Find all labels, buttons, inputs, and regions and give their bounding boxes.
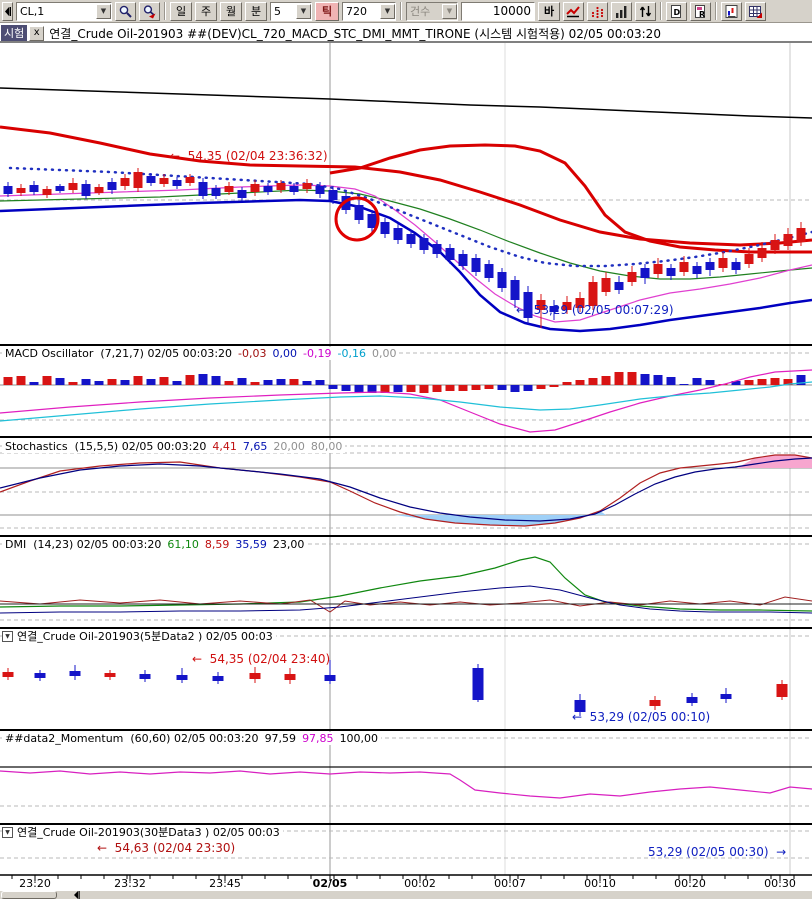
x-axis-label: 23:20 [7, 877, 63, 890]
pane-header-text: 100,00 [337, 732, 382, 745]
x-axis-label: 00:10 [572, 877, 628, 890]
x-axis-label: 02/05 [302, 877, 358, 890]
pane-header-text: 20,00 [270, 440, 308, 453]
pane-header-text: DMI (14,23) 02/05 00:03:20 [2, 538, 164, 551]
pane-header-text: Stochastics (15,5,5) 02/05 00:03:20 [2, 440, 209, 453]
pane-header-text: 연결_Crude Oil-201903(5분Data2 ) 02/05 00:0… [14, 630, 276, 643]
stochastics-pane-header: Stochastics (15,5,5) 02/05 00:03:204,417… [2, 440, 345, 453]
price-annotation: ← 54,35 (02/04 23:40) [192, 652, 330, 666]
pane-header-text: -0,16 [334, 347, 368, 360]
x-axis-label: 00:20 [662, 877, 718, 890]
price-annotation: 53,29 (02/05 00:30) → [648, 845, 786, 859]
horizontal-scrollbar[interactable] [0, 890, 812, 899]
pane-header-text: -0,03 [235, 347, 269, 360]
pane-header-text: 97,85 [299, 732, 337, 745]
x-axis-label: 00:02 [392, 877, 448, 890]
pane-header-text: 0,00 [270, 347, 301, 360]
pane-header-text: 61,10 [164, 538, 202, 551]
data3-pane-header: ▼연결_Crude Oil-201903(30분Data3 ) 02/05 00… [2, 826, 283, 839]
pane-header-text: MACD Oscillator (7,21,7) 02/05 00:03:20 [2, 347, 235, 360]
scrollbar-thumb[interactable] [1, 891, 57, 899]
pane-header-text: 연결_Crude Oil-201903(30분Data3 ) 02/05 00:… [14, 826, 283, 839]
data2-pane-header: ▼연결_Crude Oil-201903(5분Data2 ) 02/05 00:… [2, 630, 276, 643]
x-axis-label: 00:30 [752, 877, 808, 890]
price-annotation: ← 54,35 (02/04 23:36:32) [170, 149, 328, 163]
scrollbar-left-button[interactable] [66, 891, 86, 899]
x-axis-label: 00:07 [482, 877, 538, 890]
price-annotation: ← 53,29 (02/05 00:07:29) [516, 303, 674, 317]
price-annotation: ← 53,29 (02/05 00:10) [572, 710, 710, 724]
momentum-pane-header: ##data2_Momentum (60,60) 02/05 00:03:209… [2, 732, 381, 745]
chart-application-window: CL,1 ▼ 일 주 월 분 5 ▼ 틱 720 ▼ 건수 ▼ 바 [0, 0, 812, 899]
pane-header-text: 80,00 [308, 440, 346, 453]
pane-header-text: 97,59 [262, 732, 300, 745]
pane-header-text: 8,59 [202, 538, 233, 551]
pane-header-text: -0,19 [300, 347, 334, 360]
pane-header-text: ##data2_Momentum (60,60) 02/05 00:03:20 [2, 732, 262, 745]
pane-header-text: 7,65 [240, 440, 271, 453]
x-axis-label: 23:45 [197, 877, 253, 890]
pane-header-text: 35,59 [232, 538, 270, 551]
pane-header-text: 0,00 [369, 347, 400, 360]
x-axis-label: 23:32 [102, 877, 158, 890]
dmi-pane-header: DMI (14,23) 02/05 00:03:2061,108,5935,59… [2, 538, 307, 551]
collapse-pane-icon[interactable]: ▼ [2, 827, 13, 838]
pane-header-text: 23,00 [270, 538, 308, 551]
pane-header-text: 4,41 [209, 440, 240, 453]
macd-pane-header: MACD Oscillator (7,21,7) 02/05 00:03:20-… [2, 347, 399, 360]
collapse-pane-icon[interactable]: ▼ [2, 631, 13, 642]
price-annotation: ← 54,63 (02/04 23:30) [97, 841, 235, 855]
scroll-left-icon [73, 891, 80, 899]
